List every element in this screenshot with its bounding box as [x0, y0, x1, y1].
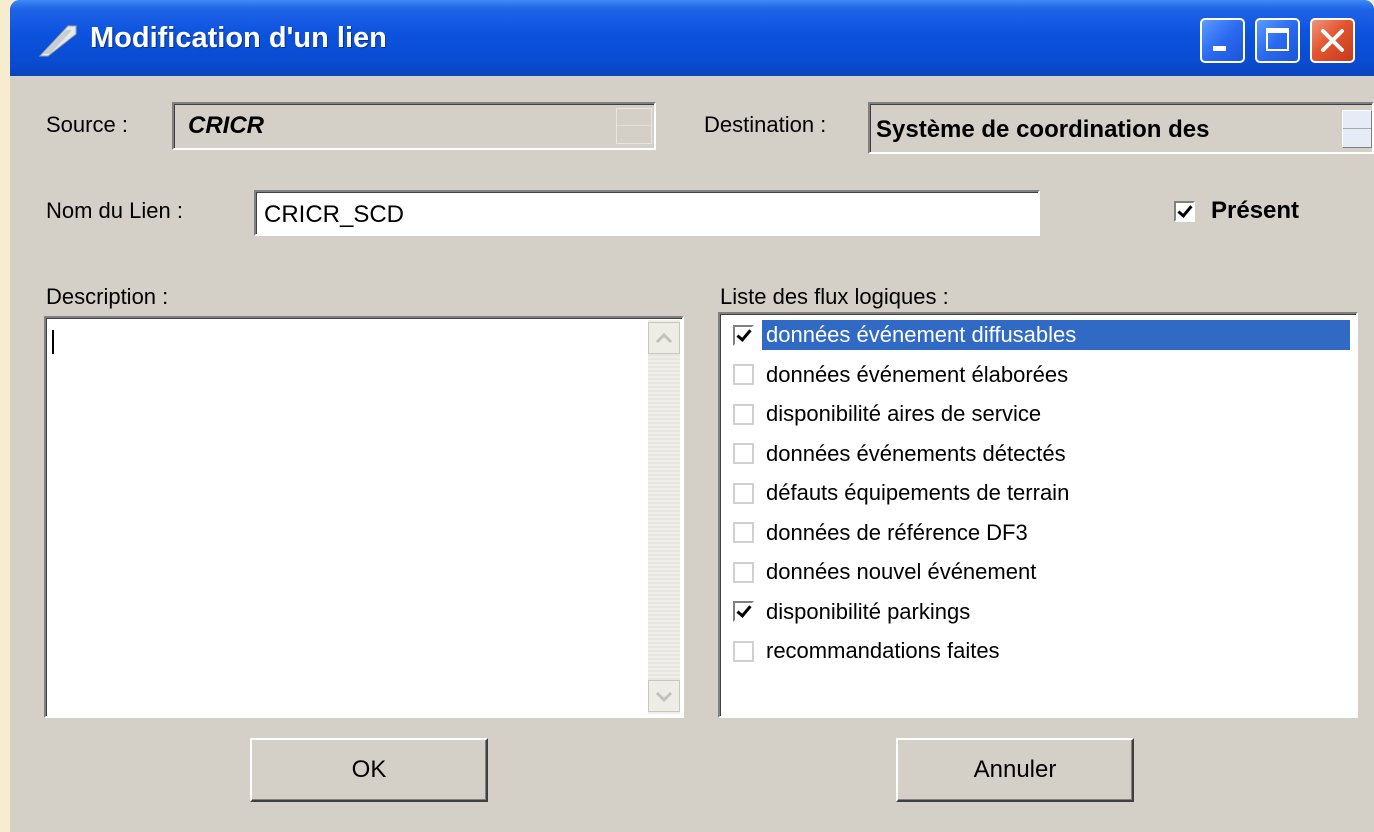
- source-field[interactable]: CRICR: [172, 102, 656, 150]
- destination-value: Système de coordination des: [876, 116, 1210, 143]
- flux-list-item[interactable]: données nouvel événement: [723, 553, 1351, 591]
- flux-item-checkbox[interactable]: [733, 561, 754, 583]
- flux-item-label: données nouvel événement: [766, 559, 1037, 584]
- close-button[interactable]: [1310, 18, 1355, 63]
- flux-item-label: données événement élaborées: [766, 361, 1069, 387]
- destination-label: Destination :: [704, 112, 827, 137]
- destination-field[interactable]: Système de coordination des: [868, 102, 1374, 154]
- flux-list-item[interactable]: disponibilité parkings: [723, 593, 1351, 631]
- link-name-label: Nom du Lien :: [46, 198, 183, 223]
- flux-item-checkbox[interactable]: [733, 443, 754, 464]
- link-name-input[interactable]: CRICR_SCD: [254, 190, 1040, 236]
- scroll-down-button[interactable]: [648, 680, 680, 712]
- flux-item-label: disponibilité parkings: [766, 598, 971, 624]
- window-app-icon: [38, 25, 77, 57]
- ok-button[interactable]: OK: [250, 738, 488, 802]
- flux-item-checkbox[interactable]: [733, 403, 754, 425]
- flux-item-checkbox[interactable]: [733, 601, 754, 622]
- flux-list-item[interactable]: données de référence DF3: [723, 514, 1351, 552]
- flux-item-checkbox[interactable]: [733, 640, 754, 662]
- close-icon: [1321, 29, 1344, 52]
- flux-item-label: données événement diffusables: [762, 320, 1350, 350]
- source-spinner[interactable]: [616, 108, 652, 144]
- minimize-icon: [1213, 46, 1226, 51]
- present-check-box[interactable]: [1174, 200, 1195, 222]
- source-label: Source :: [46, 112, 128, 137]
- dialog-body: Source : CRICR Destination : Système de …: [10, 76, 1374, 832]
- present-label: Présent: [1211, 197, 1300, 224]
- flux-list-item[interactable]: recommandations faites: [723, 632, 1351, 670]
- link-name-value: CRICR_SCD: [264, 201, 405, 228]
- description-scrollbar[interactable]: [648, 320, 680, 714]
- flux-list-item[interactable]: données événement diffusables: [723, 316, 1351, 354]
- flux-item-label: données de référence DF3: [766, 519, 1028, 545]
- flux-item-label: défauts équipements de terrain: [766, 480, 1070, 505]
- minimize-button[interactable]: [1200, 18, 1245, 63]
- flux-list-label: Liste des flux logiques :: [720, 284, 949, 309]
- flux-item-checkbox[interactable]: [733, 324, 754, 346]
- dialog-window: Modification d'un lien Source : CRICR De…: [10, 0, 1374, 832]
- flux-list-item[interactable]: données événements détectés: [723, 435, 1351, 473]
- cancel-button[interactable]: Annuler: [896, 738, 1134, 802]
- flux-list-item[interactable]: disponibilité aires de service: [723, 395, 1351, 433]
- maximize-icon: [1266, 28, 1289, 51]
- description-textarea[interactable]: [44, 316, 684, 718]
- window-title: Modification d'un lien: [90, 22, 387, 54]
- maximize-button[interactable]: [1255, 18, 1300, 63]
- flux-item-label: recommandations faites: [766, 638, 1000, 663]
- flux-item-label: disponibilité aires de service: [766, 401, 1042, 426]
- flux-item-checkbox[interactable]: [733, 482, 754, 504]
- flux-list-item[interactable]: données événement élaborées: [723, 356, 1351, 394]
- flux-list[interactable]: données événement diffusables données évé…: [718, 312, 1358, 718]
- text-cursor: [52, 330, 54, 354]
- flux-item-checkbox[interactable]: [733, 364, 754, 385]
- scroll-up-button[interactable]: [648, 322, 680, 354]
- destination-spinner[interactable]: [1342, 110, 1372, 148]
- source-value: CRICR: [188, 112, 264, 139]
- flux-item-checkbox[interactable]: [733, 522, 754, 543]
- flux-list-item[interactable]: défauts équipements de terrain: [723, 474, 1351, 512]
- present-checkbox[interactable]: Présent: [1174, 197, 1299, 225]
- chevron-up-icon: [655, 332, 673, 344]
- chevron-down-icon: [655, 691, 673, 703]
- title-bar[interactable]: Modification d'un lien: [10, 0, 1374, 76]
- description-label: Description :: [46, 284, 169, 309]
- flux-item-label: données événements détectés: [766, 440, 1066, 466]
